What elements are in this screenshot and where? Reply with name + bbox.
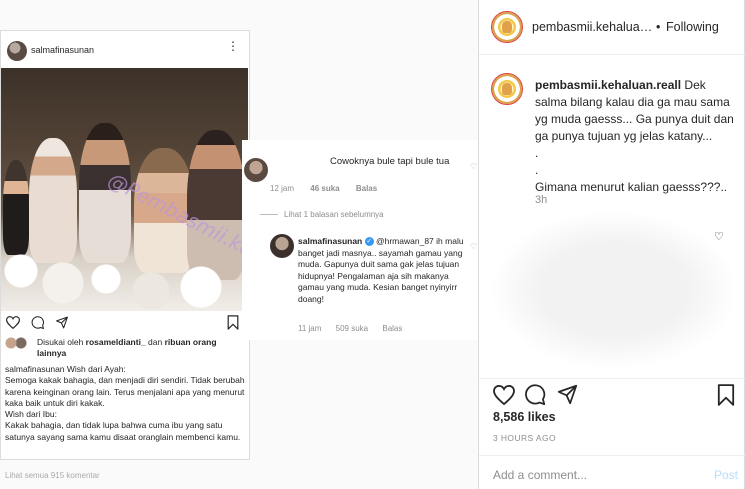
reply-reply: Balas xyxy=(382,324,403,333)
following-button[interactable]: Following xyxy=(666,20,719,34)
comment-text: Cowoknya bule tapi bule tua xyxy=(330,156,450,167)
post-side-panel: pembasmii.kehaluan.real • Following pemb… xyxy=(478,0,745,489)
avatar xyxy=(244,158,268,182)
post-caption: pembasmii.kehaluan.reall Dek salma bilan… xyxy=(535,77,735,196)
avatar[interactable] xyxy=(491,11,523,43)
reply-comment: salmafinasunan ✓ @hrmawan_87 ih malu ban… xyxy=(298,236,476,305)
liked-by-suffix: dan xyxy=(145,337,165,347)
likes-count[interactable]: 8,586 likes xyxy=(493,410,556,424)
comment-icon[interactable] xyxy=(525,384,546,405)
heart-icon: ♡ xyxy=(470,162,478,171)
screenshot-liked-by: Disukai oleh rosameldianti_ dan ribuan o… xyxy=(5,337,245,358)
screenshot-photo: @Pembasmii.kehaluan xyxy=(1,68,248,311)
screenshot-header: salmafinasunan ⋮ xyxy=(1,31,251,71)
reply-likes: 509 suka xyxy=(335,324,369,333)
liked-by-user: rosameldianti_ xyxy=(85,337,146,347)
avatar[interactable] xyxy=(491,73,523,105)
screenshot-caption: salmafinasunan Wish dari Ayah: Semoga ka… xyxy=(5,364,245,442)
header-username[interactable]: pembasmii.kehaluan.real xyxy=(532,20,654,34)
caption-username[interactable]: pembasmii.kehaluan.reall xyxy=(535,78,681,92)
view-replies: Lihat 1 balasan sebelumnya xyxy=(260,210,384,219)
reply-time: 11 jam xyxy=(298,324,322,333)
comment-meta: 12 jam 46 suka Balas xyxy=(270,184,391,193)
more-icon: ⋮ xyxy=(227,39,239,53)
comment-icon xyxy=(31,316,44,329)
post-header: pembasmii.kehaluan.real • Following xyxy=(479,0,745,55)
post-image[interactable]: salmafinasunan ⋮ @Pembasmii.kehaluan Dis… xyxy=(0,0,478,489)
reply-meta: 11 jam 509 suka Balas xyxy=(298,324,414,333)
share-icon[interactable] xyxy=(557,384,578,405)
screenshot-more-comments: Lihat semua 915 komentar xyxy=(5,471,100,480)
comment-bar: Add a comment... Post xyxy=(479,455,745,489)
comments-area xyxy=(489,210,739,370)
caption-time: 3h xyxy=(535,194,548,206)
header-separator: • xyxy=(656,20,661,34)
reply-username: salmafinasunan xyxy=(298,236,363,246)
screenshot-username: salmafinasunan xyxy=(31,45,95,55)
heart-icon[interactable] xyxy=(493,385,515,405)
flowers-decoration xyxy=(1,241,248,311)
comment-time: 12 jam xyxy=(270,184,295,193)
heart-icon[interactable]: ♡ xyxy=(714,230,724,243)
screenshot-actions xyxy=(1,312,251,334)
reply-text: ih malu banget jadi masnya.. sayamah gam… xyxy=(298,236,464,304)
liked-avatars xyxy=(5,337,31,349)
comment-input[interactable]: Add a comment... xyxy=(493,468,587,482)
caption-dot: . xyxy=(535,146,539,160)
post-date: 3 HOURS AGO xyxy=(493,433,556,443)
screenshot-comment-thread: Cowoknya bule tapi bule tua ♡ 12 jam 46 … xyxy=(242,140,478,340)
avatar xyxy=(7,41,27,61)
caption-dot: . xyxy=(535,163,539,177)
liked-by-text: Disukai oleh rosameldianti_ dan ribuan o… xyxy=(37,337,237,359)
verified-icon: ✓ xyxy=(364,237,374,247)
caption-question: Gimana menurut kalian gaesss???.. xyxy=(535,180,728,194)
comment-reply: Balas xyxy=(355,184,378,193)
comment-likes: 46 suka xyxy=(310,184,340,193)
reply-mention: @hrmawan_87 xyxy=(376,236,434,246)
bookmark-icon xyxy=(227,315,239,330)
bookmark-icon[interactable] xyxy=(717,384,735,406)
post-button[interactable]: Post xyxy=(714,468,738,482)
heart-icon xyxy=(6,316,20,329)
share-icon xyxy=(56,316,68,329)
avatar xyxy=(270,234,294,258)
screenshot-post-card: salmafinasunan ⋮ @Pembasmii.kehaluan Dis… xyxy=(0,30,251,480)
liked-by-prefix: Disukai oleh xyxy=(37,337,86,347)
